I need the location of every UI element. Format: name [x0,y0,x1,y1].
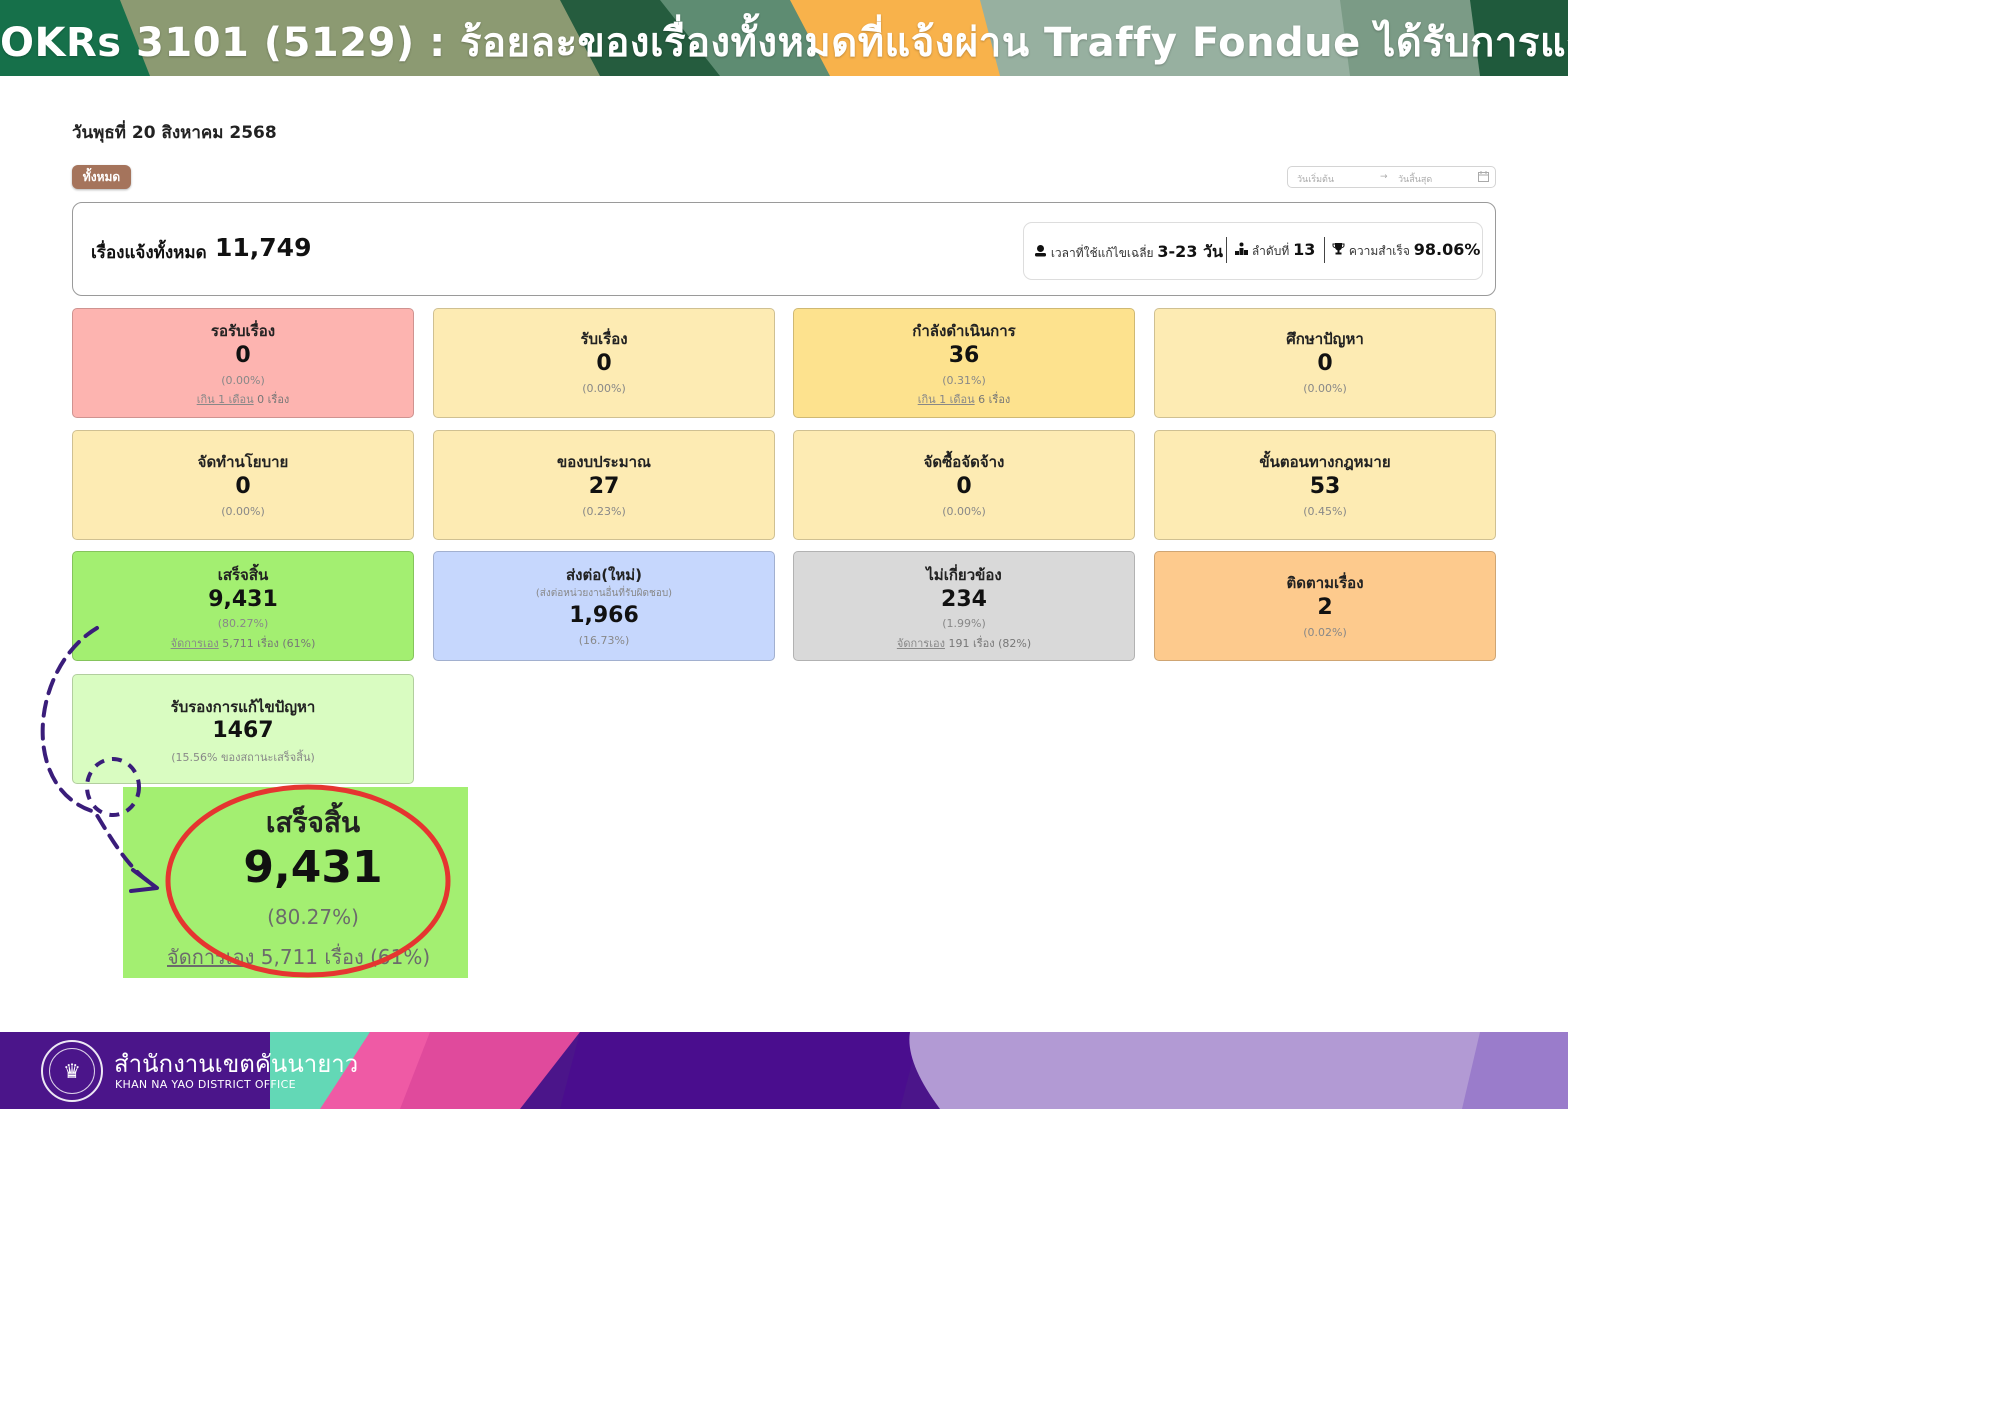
status-card-in-progress[interactable]: กำลังดำเนินการ 36 (0.31%) เกิน 1 เดือน 6… [793,308,1135,418]
status-card-budget[interactable]: ของบประมาณ 27 (0.23%) [433,430,775,540]
card-value: 1,966 [569,603,639,628]
stat-divider [1226,237,1227,263]
start-date-input[interactable]: วันเริ่มต้น [1297,172,1334,186]
success-label: ความสำเร็จ [1348,244,1410,258]
success-stat: ความสำเร็จ 98.06% [1331,240,1480,261]
card-title: เสร็จสิ้น [217,566,269,584]
card-value: 1467 [212,718,274,743]
card-value: 53 [1309,474,1341,499]
self-handled-link[interactable]: จัดการเอง [171,637,219,650]
card-percent: (0.00%) [1303,382,1347,395]
card-title: รับรองการแก้ไขปัญหา [170,698,316,716]
district-seal-logo: ♛ [41,1040,103,1102]
card-title: ขั้นตอนทางกฎหมาย [1259,453,1391,471]
card-value: 9,431 [208,587,278,612]
total-reports-panel: เรื่องแจ้งทั้งหมด 11,749 เวลาที่ใช้แก้ไข… [72,202,1496,296]
zoom-note: จัดการเอง 5,711 เรื่อง (61%) [167,945,431,969]
card-value: 27 [588,474,620,499]
card-title: ไม่เกี่ยวข้อง [926,566,1002,584]
zoom-percent: (80.27%) [267,905,359,929]
status-card-follow[interactable]: ติดตามเรื่อง 2 (0.02%) [1154,551,1496,661]
zoom-value: 9,431 [243,842,383,893]
card-title: จัดซื้อจัดจ้าง [923,453,1005,471]
status-card-received[interactable]: รับเรื่อง 0 (0.00%) [433,308,775,418]
status-card-awaiting-fix[interactable]: รับรองการแก้ไขปัญหา 1467 (15.56% ของสถาน… [72,674,414,784]
rank-label: ลำดับที่ [1251,244,1290,258]
card-title: ส่งต่อ(ใหม่) [565,566,643,584]
card-value: 234 [941,587,987,612]
card-percent: (0.00%) [582,382,626,395]
avg-time-label: เวลาที่ใช้แก้ไขเฉลี่ย [1050,246,1154,260]
zoomed-done-callout: เสร็จสิ้น 9,431 (80.27%) จัดการเอง 5,711… [123,787,468,978]
card-title: ศึกษาปัญหา [1286,330,1364,348]
card-value: 0 [235,474,251,499]
status-card-procurement[interactable]: จัดซื้อจัดจ้าง 0 (0.00%) [793,430,1135,540]
card-percent: (0.31%) [942,374,986,387]
rank-stat: ลำดับที่ 13 [1234,240,1315,261]
card-title: รอรับเรื่อง [210,322,276,340]
rank-value: 13 [1293,240,1316,259]
footer-banner: ♛ สำนักงานเขตคันนายาว KHAN NA YAO DISTRI… [0,1032,1568,1109]
card-title: ติดตามเรื่อง [1286,574,1364,592]
user-icon [1033,244,1047,261]
status-card-waiting[interactable]: รอรับเรื่อง 0 (0.00%) เกิน 1 เดือน 0 เรื… [72,308,414,418]
stats-summary: เวลาที่ใช้แก้ไขเฉลี่ย 3-23 วัน ลำดับที่ … [1023,222,1483,280]
total-label: เรื่องแจ้งทั้งหมด [91,243,207,263]
stat-divider [1324,237,1325,263]
status-card-done[interactable]: เสร็จสิ้น 9,431 (80.27%) จัดการเอง 5,711… [72,551,414,661]
report-date: วันพุธที่ 20 สิงหาคม 2568 [72,123,277,143]
seal-emblem-icon: ♛ [49,1048,95,1094]
status-card-unrelated[interactable]: ไม่เกี่ยวข้อง 234 (1.99%) จัดการเอง 191 … [793,551,1135,661]
overdue-link[interactable]: เกิน 1 เดือน [918,393,975,406]
card-percent: (15.56% ของสถานะเสร็จสิ้น) [171,751,315,764]
ranking-icon [1234,242,1248,259]
page-title: OKRs 3101 (5129) : ร้อยละของเรื่องทั้งหม… [0,20,1568,66]
card-note: จัดการเอง 191 เรื่อง (82%) [896,637,1032,650]
status-card-forwarded[interactable]: ส่งต่อ(ใหม่) (ส่งต่อหน่วยงานอื่นที่รับผิ… [433,551,775,661]
avg-time-value: 3-23 วัน [1157,242,1223,261]
card-percent: (0.00%) [942,505,986,518]
card-note: เกิน 1 เดือน 0 เรื่อง [196,393,290,406]
card-percent: (0.00%) [221,374,265,387]
status-card-policy[interactable]: จัดทำนโยบาย 0 (0.00%) [72,430,414,540]
end-date-input[interactable]: วันสิ้นสุด [1398,172,1432,186]
total-value: 11,749 [215,233,312,262]
card-subtitle: (ส่งต่อหน่วยงานอื่นที่รับผิดชอบ) [535,588,673,599]
header-banner: OKRs 3101 (5129) : ร้อยละของเรื่องทั้งหม… [0,0,1568,76]
card-note: เกิน 1 เดือน 6 เรื่อง [917,393,1011,406]
filter-all-button[interactable]: ทั้งหมด [72,165,131,189]
overdue-link[interactable]: เกิน 1 เดือน [197,393,254,406]
card-title: รับเรื่อง [580,330,628,348]
card-value: 0 [956,474,972,499]
avg-time-stat: เวลาที่ใช้แก้ไขเฉลี่ย 3-23 วัน [1033,240,1223,265]
card-value: 36 [948,343,980,368]
card-percent: (0.00%) [221,505,265,518]
status-card-study[interactable]: ศึกษาปัญหา 0 (0.00%) [1154,308,1496,418]
zoom-title: เสร็จสิ้น [265,806,361,839]
card-percent: (16.73%) [578,634,630,647]
success-value: 98.06% [1413,240,1481,259]
card-percent: (80.27%) [217,617,269,630]
card-percent: (0.02%) [1303,626,1347,639]
card-title: จัดทำนโยบาย [197,453,289,471]
card-value: 0 [596,351,612,376]
range-arrow-icon: → [1380,172,1388,182]
card-percent: (1.99%) [942,617,986,630]
card-value: 0 [235,343,251,368]
card-title: ของบประมาณ [557,453,651,471]
self-handled-link[interactable]: จัดการเอง [897,637,945,650]
status-card-legal[interactable]: ขั้นตอนทางกฎหมาย 53 (0.45%) [1154,430,1496,540]
card-title: กำลังดำเนินการ [912,322,1016,340]
card-value: 2 [1317,595,1333,620]
card-percent: (0.45%) [1303,505,1347,518]
card-value: 0 [1317,351,1333,376]
card-note: จัดการเอง 5,711 เรื่อง (61%) [170,637,316,650]
office-name-english: KHAN NA YAO DISTRICT OFFICE [115,1078,296,1091]
trophy-icon [1331,242,1345,259]
card-percent: (0.23%) [582,505,626,518]
calendar-icon[interactable] [1478,171,1489,185]
date-range-picker[interactable]: วันเริ่มต้น → วันสิ้นสุด [1287,166,1496,188]
